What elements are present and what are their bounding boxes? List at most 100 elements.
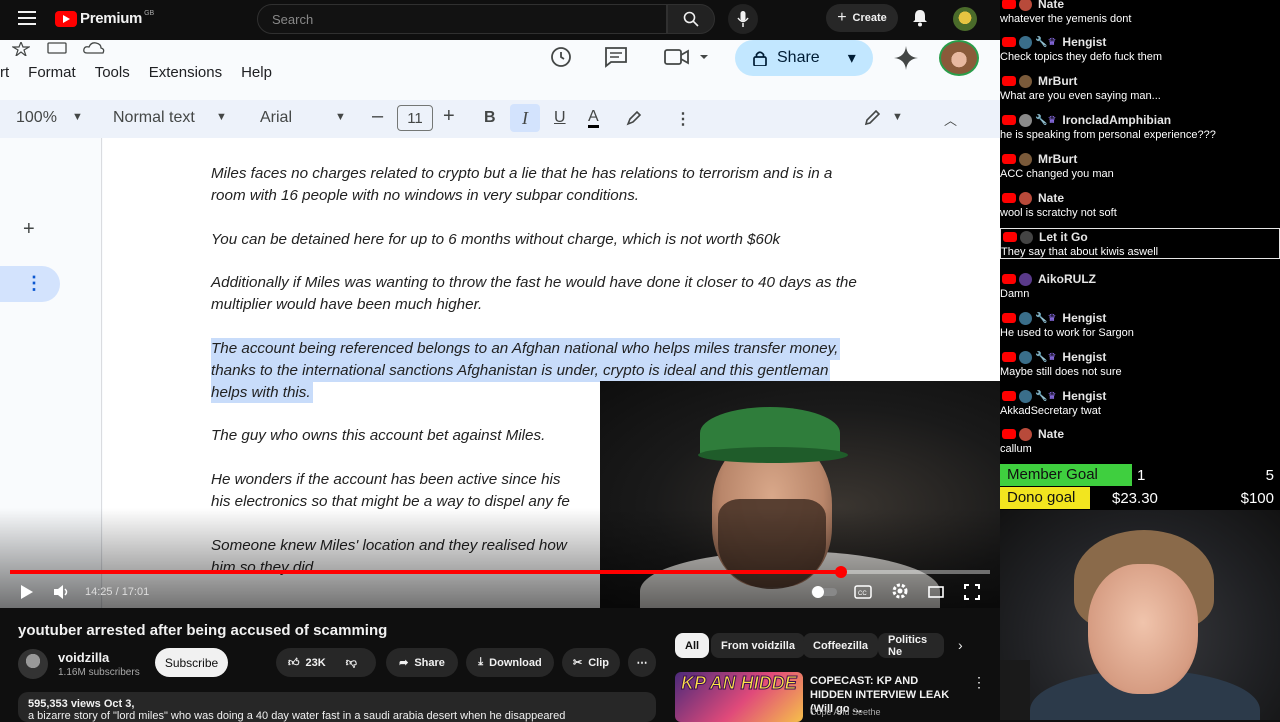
- video-player[interactable]: rt Format Tools Extensions Help Share ▾ …: [0, 40, 1000, 608]
- chat-message[interactable]: MrBurt ACC changed you man: [1000, 151, 1280, 180]
- description-box[interactable]: 595,353 views Oct 3, a bizarre story of …: [18, 692, 656, 722]
- progress-bar[interactable]: [10, 566, 990, 578]
- chat-username[interactable]: Let it Go: [1039, 230, 1088, 244]
- font-dropdown-icon[interactable]: ▼: [335, 111, 346, 123]
- bold-icon[interactable]: B: [484, 109, 496, 127]
- share-button[interactable]: Share ▾: [735, 40, 873, 76]
- star-icon[interactable]: [12, 42, 30, 56]
- highlight-pen-icon[interactable]: [626, 110, 642, 126]
- chat-username[interactable]: Hengist: [1062, 350, 1106, 364]
- channel-avatar[interactable]: [18, 649, 48, 679]
- doc-line[interactable]: He wonders if the account has been activ…: [211, 469, 561, 491]
- doc-user-avatar[interactable]: [939, 40, 979, 76]
- chat-username[interactable]: AikoRULZ: [1038, 272, 1096, 286]
- chat-message[interactable]: Let it Go They say that about kiwis aswel…: [1000, 228, 1280, 259]
- comment-icon[interactable]: [604, 46, 628, 68]
- like-count[interactable]: 23K: [306, 657, 326, 669]
- doc-line[interactable]: Miles faces no charges related to crypto…: [211, 163, 832, 185]
- doc-line[interactable]: thanks to the international sanctions Af…: [211, 359, 831, 382]
- editing-mode-icon[interactable]: [864, 110, 880, 126]
- move-folder-icon[interactable]: [47, 42, 67, 54]
- chat-username[interactable]: Hengist: [1062, 389, 1106, 403]
- menu-icon[interactable]: [18, 11, 36, 25]
- menu-extensions[interactable]: Extensions: [149, 64, 222, 81]
- autoplay-toggle-icon[interactable]: [811, 585, 837, 599]
- chat-message[interactable]: 🔧♛ Hengist He used to work for Sargon: [1000, 310, 1280, 339]
- chips-next-icon[interactable]: ›: [958, 637, 963, 653]
- chat-username[interactable]: Hengist: [1062, 311, 1106, 325]
- chat-message[interactable]: Nate wool is scratchy not soft: [1000, 190, 1280, 219]
- add-tab-icon[interactable]: +: [23, 218, 35, 241]
- menu-help[interactable]: Help: [241, 64, 272, 81]
- chat-message[interactable]: AikoRULZ Damn: [1000, 271, 1280, 300]
- volume-icon[interactable]: [53, 584, 71, 600]
- fullscreen-icon[interactable]: [964, 584, 980, 600]
- doc-line[interactable]: Additionally if Miles was wanting to thr…: [211, 272, 857, 294]
- doc-line[interactable]: multiplier would have been much higher.: [211, 294, 482, 316]
- chip-coffeezilla[interactable]: Coffeezilla: [803, 633, 879, 658]
- chat-message[interactable]: 🔧♛ Hengist Maybe still does not sure: [1000, 349, 1280, 378]
- account-avatar[interactable]: [953, 7, 977, 31]
- font-select[interactable]: Arial: [260, 109, 292, 127]
- menu-format[interactable]: Format: [28, 64, 76, 81]
- chat-message[interactable]: 🔧♛ Hengist Check topics they defo fuck the…: [1000, 34, 1280, 63]
- zoom-select[interactable]: 100%: [16, 109, 57, 127]
- font-size-input[interactable]: 11: [397, 105, 433, 131]
- zoom-dropdown-icon[interactable]: ▼: [72, 111, 83, 123]
- doc-line[interactable]: The guy who owns this account bet agains…: [211, 425, 545, 447]
- chip-politics[interactable]: Politics Ne: [878, 633, 944, 658]
- decrease-font-icon[interactable]: –: [372, 105, 383, 128]
- editing-dropdown-icon[interactable]: ▼: [892, 111, 903, 123]
- notifications-button[interactable]: [912, 9, 928, 32]
- chat-username[interactable]: IroncladAmphibian: [1062, 113, 1171, 127]
- gemini-icon[interactable]: [894, 46, 918, 70]
- outline-menu-button[interactable]: ⋮: [0, 266, 60, 302]
- youtube-logo[interactable]: Premium GB: [55, 10, 154, 27]
- cloud-status-icon[interactable]: [83, 42, 105, 54]
- clip-button[interactable]: ✂ Clip: [562, 648, 620, 677]
- underline-icon[interactable]: U: [554, 109, 566, 127]
- chat-message[interactable]: Nate callum: [1000, 426, 1280, 455]
- chat-message[interactable]: 🔧♛ IroncladAmphibian he is speaking from p…: [1000, 112, 1280, 141]
- more-actions-button[interactable]: ⋯: [628, 648, 656, 677]
- doc-line[interactable]: helps with this.: [211, 381, 313, 404]
- collapse-toolbar-icon[interactable]: ︿: [944, 110, 957, 129]
- progress-scrubber[interactable]: [835, 566, 848, 578]
- italic-icon[interactable]: I: [510, 104, 540, 132]
- create-button[interactable]: + Create: [826, 4, 898, 32]
- chat-username[interactable]: Nate: [1038, 427, 1064, 441]
- more-options-icon[interactable]: ⋮: [675, 109, 691, 129]
- chat-username[interactable]: MrBurt: [1038, 74, 1077, 88]
- search-button[interactable]: [667, 4, 715, 34]
- recommendation-thumbnail[interactable]: KP AN HIDDE: [675, 672, 803, 722]
- dislike-icon[interactable]: 👎︎: [346, 656, 357, 669]
- recommendation-channel[interactable]: Cope And Seethe: [810, 707, 881, 717]
- doc-line[interactable]: room with 16 people with no windows in v…: [211, 185, 639, 207]
- chat-message[interactable]: 🔧♛ Hengist AkkadSecretary twat: [1000, 388, 1280, 417]
- chat-message[interactable]: MrBurt What are you even saying man...: [1000, 73, 1280, 102]
- chat-username[interactable]: Nate: [1038, 191, 1064, 205]
- doc-line[interactable]: The account being referenced belongs to …: [211, 338, 841, 360]
- subscribe-button[interactable]: Subscribe: [155, 648, 228, 677]
- menu-insert[interactable]: rt: [0, 64, 9, 81]
- captions-icon[interactable]: CC: [854, 585, 872, 599]
- doc-line[interactable]: You can be detained here for up to 6 mon…: [211, 229, 780, 251]
- history-icon[interactable]: [548, 46, 572, 68]
- menu-tools[interactable]: Tools: [95, 64, 130, 81]
- increase-font-icon[interactable]: +: [443, 105, 455, 128]
- share-dropdown-icon[interactable]: ▾: [848, 48, 856, 68]
- chip-from-voidzilla[interactable]: From voidzilla: [711, 633, 805, 658]
- chat-username[interactable]: Nate: [1038, 0, 1064, 11]
- style-select[interactable]: Normal text: [113, 109, 195, 127]
- like-icon[interactable]: 👍︎: [288, 656, 300, 669]
- style-dropdown-icon[interactable]: ▼: [216, 111, 227, 123]
- download-button[interactable]: ⤓ Download: [466, 648, 554, 677]
- theater-mode-icon[interactable]: [928, 586, 944, 598]
- meet-icon[interactable]: [664, 48, 710, 66]
- play-icon[interactable]: [20, 584, 34, 600]
- search-input[interactable]: Search: [257, 4, 667, 34]
- text-color-icon[interactable]: A: [588, 109, 599, 128]
- share-video-button[interactable]: ➦ Share: [386, 648, 458, 677]
- chat-username[interactable]: MrBurt: [1038, 152, 1077, 166]
- chat-message[interactable]: Nate whatever the yemenis dont: [1000, 0, 1280, 25]
